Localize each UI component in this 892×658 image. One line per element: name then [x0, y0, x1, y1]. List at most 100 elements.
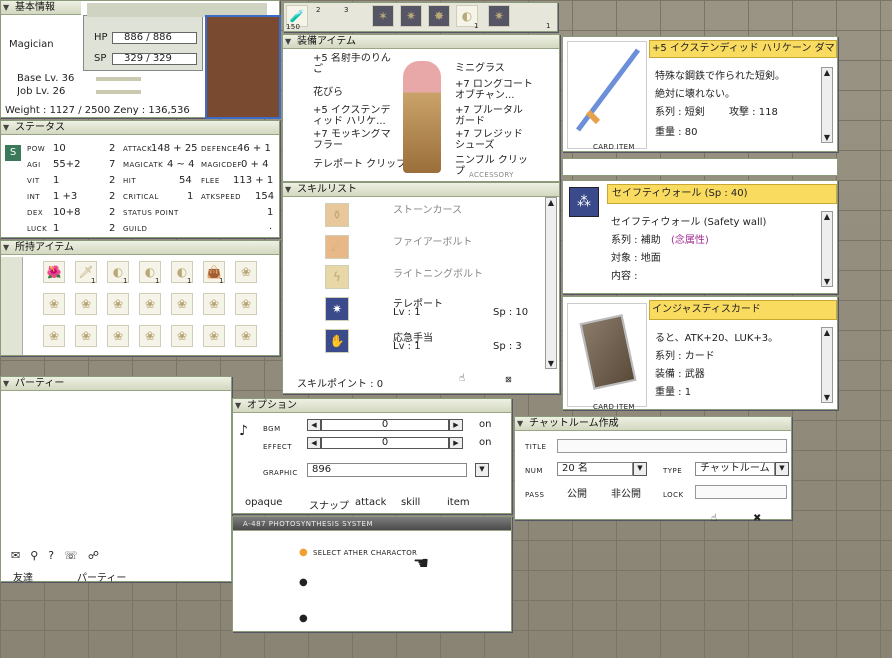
snap-option[interactable]: スナップ	[309, 497, 349, 512]
chat-lock-input[interactable]	[695, 485, 787, 499]
inv-slot-empty-5[interactable]: ❀	[139, 293, 161, 315]
bgm-slider[interactable]: 0	[321, 419, 449, 431]
graphic-select[interactable]: 896	[307, 463, 467, 477]
inv-slot-empty-15[interactable]: ❀	[235, 325, 257, 347]
skill-points: スキルポイント : 0	[297, 379, 384, 390]
equip-left-2[interactable]: 花びら	[313, 83, 343, 98]
card-weight: 重量 : 1	[655, 387, 692, 398]
party-icons[interactable]: ✉⚲?☏☍	[11, 549, 109, 562]
lightning-bolt-icon[interactable]: ϟ	[325, 265, 349, 289]
equipment-title[interactable]: 装備アイテム	[283, 35, 559, 49]
minimap[interactable]	[205, 15, 281, 119]
equip-right-1[interactable]: ミニグラス	[455, 59, 505, 74]
guild-label: GUILD	[123, 225, 148, 233]
spell-slot-5[interactable]: ✷	[400, 5, 422, 27]
inv-slot-empty-12[interactable]: ❀	[139, 325, 161, 347]
inv-slot-empty-7[interactable]: ❀	[203, 293, 225, 315]
item-desc-1: 特殊な鋼鉄で作られた短剣。	[655, 71, 785, 82]
spell-slot-8[interactable]: ✷	[488, 5, 510, 27]
skill-option[interactable]: skill	[401, 497, 420, 508]
spell-slot-4[interactable]: ✶	[372, 5, 394, 27]
chat-num-arrow[interactable]: ▼	[633, 462, 647, 476]
friend-tab[interactable]: 友達	[13, 569, 33, 584]
equip-right-3[interactable]: +7 ブルータル ガード	[455, 105, 535, 127]
inv-slot-empty-3[interactable]: ❀	[75, 293, 97, 315]
skill-detail-scrollbar[interactable]: ▲ ▼	[821, 211, 833, 287]
inventory-title[interactable]: 所持アイテム	[1, 241, 279, 255]
skill-name-1[interactable]: ストーンカース	[393, 201, 462, 216]
teleport-icon[interactable]: ✷	[325, 297, 349, 321]
chat-type-arrow[interactable]: ▼	[775, 462, 789, 476]
effect-slider[interactable]: 0	[321, 437, 449, 449]
inv-slot-empty-2[interactable]: ❀	[43, 293, 65, 315]
card-detail-scrollbar[interactable]: ▲ ▼	[821, 327, 833, 403]
status-title[interactable]: ステータス	[1, 121, 279, 135]
inv-slot-empty-1[interactable]: ❀	[235, 261, 257, 283]
skill-list-title[interactable]: スキルリスト	[283, 183, 559, 197]
select-character-label[interactable]: SELECT ATHER CHARACTOR	[313, 549, 417, 557]
chat-num-select[interactable]: 20 名	[557, 462, 633, 476]
chat-close-icon[interactable]: ✖	[753, 513, 761, 524]
chat-public-radio[interactable]: 公開	[567, 485, 587, 500]
attack-option[interactable]: attack	[355, 497, 386, 508]
inv-slot-empty-6[interactable]: ❀	[171, 293, 193, 315]
basic-info-title[interactable]: 基本情報	[1, 1, 81, 15]
inv-slot-flower[interactable]: 🌺	[43, 261, 65, 283]
equip-left-5[interactable]: テレポート クリップ	[313, 155, 406, 170]
party-tab[interactable]: パーティー	[77, 569, 126, 584]
effect-right-arrow[interactable]: ▶	[449, 437, 463, 449]
bgm-right-arrow[interactable]: ▶	[449, 419, 463, 431]
stat-int-points: 2	[109, 191, 116, 202]
party-title[interactable]: パーティー	[1, 377, 231, 391]
inv-slot-empty-13[interactable]: ❀	[171, 325, 193, 347]
chat-room-title[interactable]: チャットルーム作成	[515, 417, 791, 431]
stat-vit-points: 2	[109, 175, 116, 186]
inv-slot-empty-10[interactable]: ❀	[75, 325, 97, 347]
chat-confirm-icon[interactable]: ☝	[711, 513, 717, 524]
first-aid-icon[interactable]: ✋	[325, 329, 349, 353]
opaque-option[interactable]: opaque	[245, 497, 282, 508]
equip-left-4[interactable]: +7 モッキングマフラー	[313, 129, 393, 151]
chat-title-input[interactable]	[557, 439, 787, 453]
magicdef-value: 0 + 4	[241, 159, 269, 170]
spell-slot-6[interactable]: ✸	[428, 5, 450, 27]
stone-curse-icon[interactable]: ⚱	[325, 203, 349, 227]
stat-int-value: 1 +3	[53, 191, 78, 202]
stat-column: POW 10 2 AGI 55+2 7 VIT 1 2 INT 1 +3 2 D…	[25, 141, 119, 237]
equip-left-1[interactable]: +5 名射手のりんご	[313, 53, 393, 75]
card-detail-window: CARD ITEM インジャスティスカード ると、ATK+20、LUK+3。 系…	[562, 296, 838, 411]
item-option[interactable]: item	[447, 497, 470, 508]
skill-list-scrollbar[interactable]: ▲ ▼	[545, 197, 557, 369]
option-title[interactable]: オプション	[233, 399, 511, 413]
inv-slot-empty-8[interactable]: ❀	[235, 293, 257, 315]
photosynthesis-title[interactable]: A-487 PHOTOSYNTHESIS SYSTEM	[233, 517, 511, 531]
inv-slot-empty-9[interactable]: ❀	[43, 325, 65, 347]
chat-type-select[interactable]: チャットルーム	[695, 462, 775, 476]
inv-slot-empty-14[interactable]: ❀	[203, 325, 225, 347]
skill-hand-icon[interactable]: ☝	[459, 373, 465, 384]
equip-right-4[interactable]: +7 フレジッド シューズ	[455, 129, 535, 151]
graphic-dropdown-arrow[interactable]: ▼	[475, 463, 489, 477]
bgm-left-arrow[interactable]: ◀	[307, 419, 321, 431]
skill-name-2[interactable]: ファイアーボルト	[393, 233, 472, 248]
item-detail-scrollbar[interactable]: ▲ ▼	[821, 67, 833, 143]
effect-on-toggle[interactable]: on	[479, 437, 491, 448]
skill-close-icon[interactable]: ⊠	[505, 375, 512, 384]
inv-slot-empty-11[interactable]: ❀	[107, 325, 129, 347]
status-side-icon[interactable]: S	[5, 145, 21, 161]
bgm-on-toggle[interactable]: on	[479, 419, 491, 430]
effect-left-arrow[interactable]: ◀	[307, 437, 321, 449]
hit-value: 54	[179, 175, 192, 186]
fire-bolt-icon[interactable]: ☄	[325, 235, 349, 259]
inventory-tabs[interactable]	[1, 257, 23, 355]
chat-private-radio[interactable]: 非公開	[611, 485, 641, 500]
equip-left-3[interactable]: +5 イクステンディッド ハリケ...	[313, 105, 393, 127]
equip-right-2[interactable]: +7 ロングコート オブチャン...	[455, 79, 535, 101]
stat-pow-value: 10	[53, 143, 66, 154]
inv-count-3: 1	[155, 277, 160, 285]
potion-count: 150	[286, 23, 301, 31]
skill-detail-window: ⁂ セイフティウォール (Sp : 40) セイフティウォール (Safety …	[562, 180, 838, 294]
slot-label-3: 3	[344, 6, 349, 14]
inv-slot-empty-4[interactable]: ❀	[107, 293, 129, 315]
skill-name-3[interactable]: ライトニングボルト	[393, 265, 483, 280]
